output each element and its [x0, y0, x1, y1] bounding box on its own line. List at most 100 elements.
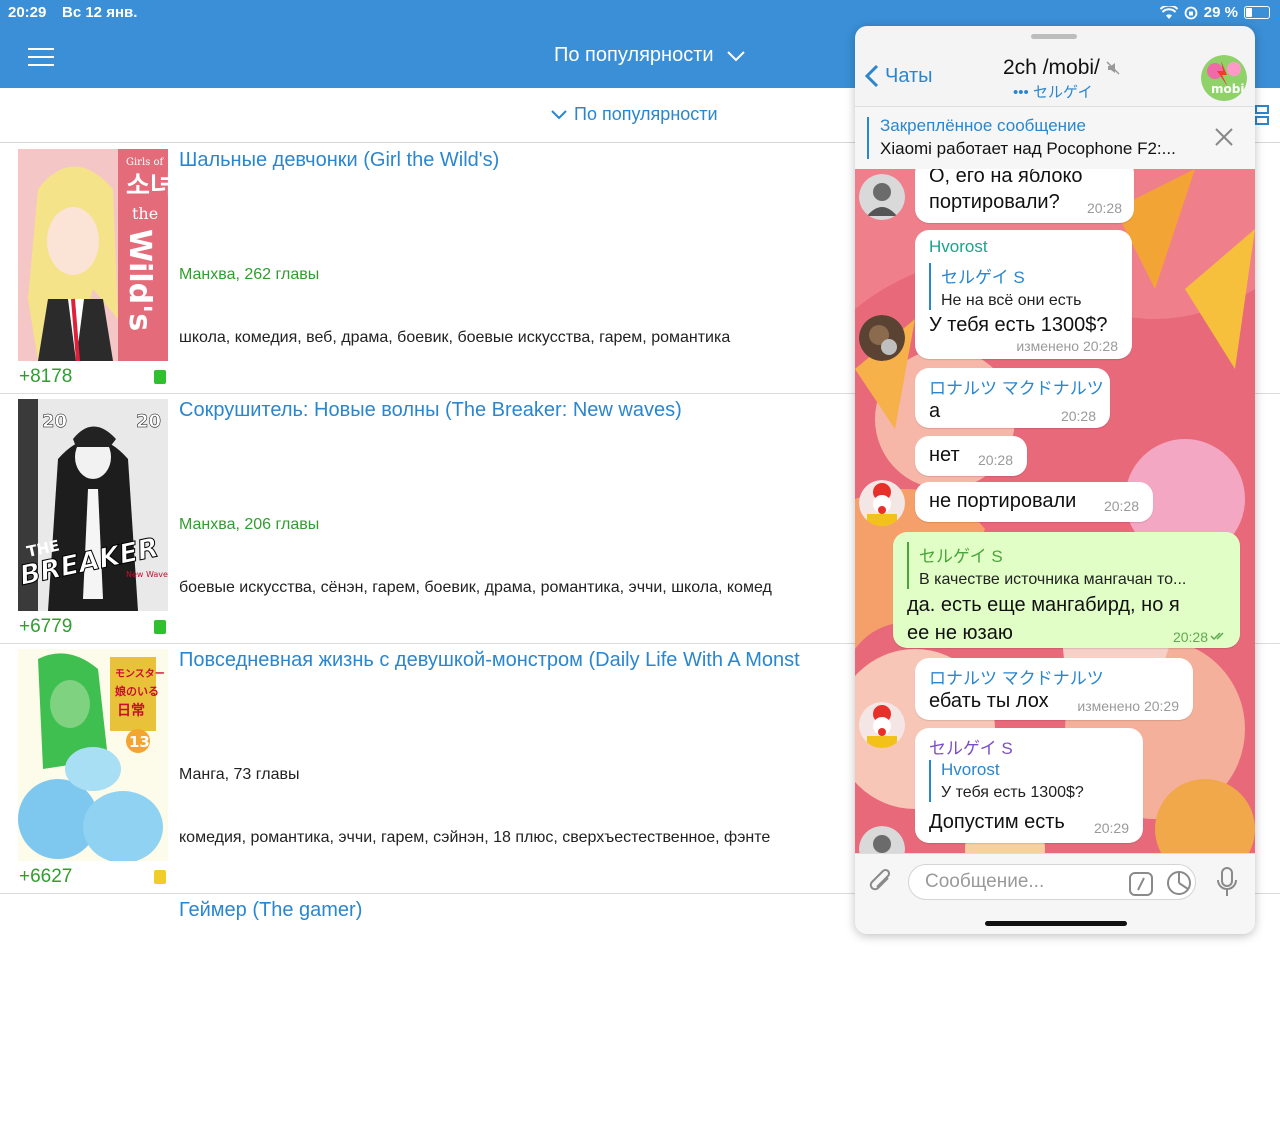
- message-bubble[interactable]: О, его на яблоко портировали? 20:28: [915, 169, 1134, 223]
- message-time: 20:28: [1086, 200, 1122, 216]
- chevron-down-icon: [726, 50, 745, 61]
- microphone-icon[interactable]: [1216, 866, 1238, 898]
- status-time: 20:29: [8, 4, 47, 21]
- reply-name: セルゲイ S: [941, 268, 1025, 287]
- composer: [855, 853, 1255, 934]
- manga-meta: Манга, 73 главы: [179, 766, 300, 783]
- message-time: 20:28: [1060, 408, 1096, 424]
- chat-title[interactable]: 2ch /mobi/: [1003, 56, 1120, 80]
- telegram-panel: Чаты 2ch /mobi/ ••• セルゲイ mobi Закреплённ…: [855, 26, 1255, 934]
- book-icon: [154, 370, 166, 384]
- status-right: 29 %: [1159, 4, 1270, 21]
- message-text: не портировали: [929, 490, 1077, 512]
- cover-image[interactable]: Girls of 소녀 the Wild's: [18, 149, 168, 361]
- cover-text: 日常: [117, 702, 145, 719]
- message-bubble[interactable]: Hvorost セルゲイ S Не на всё они есть У тебя…: [915, 230, 1132, 359]
- message-time: 20:28: [1172, 629, 1208, 645]
- drag-handle[interactable]: [1031, 34, 1077, 39]
- avatar[interactable]: [859, 480, 905, 526]
- pinned-label: Закреплённое сообщение: [880, 116, 1086, 135]
- manga-title[interactable]: Шальные девчонки (Girl the Wild's): [179, 149, 499, 172]
- avatar[interactable]: [859, 174, 905, 220]
- cover-text: 20: [42, 411, 67, 432]
- manga-meta: Манхва, 262 главы: [179, 266, 320, 283]
- battery-percent: 29 %: [1203, 4, 1238, 21]
- reply-text: Не на всё они есть: [941, 292, 1082, 309]
- manga-title[interactable]: Повседневная жизнь с девушкой-монстром (…: [179, 649, 800, 672]
- message-bubble[interactable]: ロナルツ マクドナルツ ебать ты лох изменено 20:29: [915, 658, 1193, 720]
- message-text: О, его на яблоко: [929, 169, 1083, 187]
- close-icon[interactable]: [1213, 126, 1235, 148]
- message-text: нет: [929, 444, 960, 466]
- message-time: 20:28: [1103, 498, 1139, 514]
- message-time: 20:28: [977, 452, 1013, 468]
- pinned-message[interactable]: Закреплённое сообщение Xiaomi работает н…: [855, 106, 1255, 170]
- message-text: да. есть еще мангабирд, но я: [907, 594, 1180, 616]
- cover-text: モンスター: [115, 668, 165, 680]
- grid-view-icon[interactable]: [1255, 104, 1269, 126]
- message-sender: Hvorost: [929, 237, 988, 256]
- chevron-left-icon: [865, 64, 879, 88]
- cover-image[interactable]: 20 20 THE BREAKER New Waves: [18, 399, 168, 611]
- reply-text: У тебя есть 1300$?: [941, 784, 1084, 801]
- sort-link[interactable]: По популярности: [550, 104, 718, 125]
- reply-quote[interactable]: セルゲイ S В качестве источника мангачан то.…: [907, 542, 1186, 589]
- cover-text: 娘のいる: [115, 684, 159, 698]
- reply-name: Hvorost: [941, 760, 1000, 779]
- pinned-text: Xiaomi работает над Pocophone F2:...: [880, 139, 1176, 158]
- status-date: Вс 12 янв.: [62, 4, 138, 21]
- attach-icon[interactable]: [868, 868, 894, 896]
- sort-label: По популярности: [574, 104, 718, 124]
- cover-text: Girls of: [126, 157, 164, 168]
- manga-tags: боевые искусства, сёнэн, гарем, боевик, …: [179, 579, 772, 596]
- wifi-icon: [1159, 5, 1178, 19]
- message-time: 20:29: [1093, 820, 1129, 836]
- avatar[interactable]: [859, 315, 905, 361]
- avatar-text: mobi: [1211, 82, 1244, 96]
- manga-tags: комедия, романтика, эччи, гарем, сэйнэн,…: [179, 829, 771, 846]
- sort-dropdown[interactable]: По популярности: [554, 44, 746, 67]
- message-text: портировали?: [929, 191, 1060, 213]
- back-label: Чаты: [885, 64, 933, 87]
- cover-text: 20: [136, 411, 161, 432]
- reply-quote[interactable]: Hvorost У тебя есть 1300$?: [929, 760, 1084, 802]
- bot-commands-icon[interactable]: [1129, 872, 1153, 896]
- sticker-icon[interactable]: [1166, 870, 1192, 896]
- menu-icon[interactable]: [28, 48, 54, 66]
- message-bubble[interactable]: не портировали 20:28: [915, 482, 1153, 522]
- message-text: У тебя есть 1300$?: [929, 314, 1108, 336]
- message-text: ебать ты лох: [929, 690, 1049, 712]
- chat-avatar[interactable]: mobi: [1201, 55, 1247, 101]
- book-icon: [154, 620, 166, 634]
- message-text: Допустим есть: [929, 811, 1065, 833]
- reply-quote[interactable]: セルゲイ S Не на всё они есть: [929, 263, 1081, 310]
- home-indicator[interactable]: [985, 921, 1127, 926]
- cover-text: 13: [129, 733, 150, 751]
- rotation-lock-icon: [1184, 6, 1198, 19]
- cover-text: New Waves: [126, 570, 168, 579]
- manga-tags: школа, комедия, веб, драма, боевик, боев…: [179, 329, 731, 346]
- battery-icon: [1244, 6, 1270, 19]
- typing-user: セルゲイ: [1032, 84, 1093, 101]
- message-text: ее не юзаю: [907, 622, 1013, 644]
- book-icon: [154, 870, 166, 884]
- manga-title[interactable]: Сокрушитель: Новые волны (The Breaker: N…: [179, 399, 682, 422]
- manga-title[interactable]: Геймер (The gamer): [179, 899, 362, 922]
- reply-name: セルゲイ S: [919, 547, 1003, 566]
- message-bubble[interactable]: セルゲイ S Hvorost У тебя есть 1300$? Допуст…: [915, 728, 1143, 843]
- manga-score: +8178: [19, 366, 73, 387]
- message-bubble[interactable]: ロナルツ マクドナルツ а 20:28: [915, 368, 1110, 428]
- chat-area[interactable]: О, его на яблоко портировали? 20:28 Hvor…: [855, 169, 1255, 853]
- cover-text: the: [132, 204, 158, 223]
- read-checkmarks-icon: [1210, 632, 1224, 641]
- cover-image[interactable]: モンスター 娘のいる 日常 13: [18, 649, 168, 861]
- typing-dots-icon: •••: [1013, 84, 1029, 101]
- message-bubble[interactable]: нет 20:28: [915, 436, 1027, 476]
- status-bar: 20:29 Вс 12 янв. 29 %: [0, 0, 1280, 26]
- chat-title-text: 2ch /mobi/: [1003, 56, 1100, 79]
- back-button[interactable]: Чаты: [865, 64, 933, 88]
- manga-meta: Манхва, 206 главы: [179, 516, 320, 533]
- typing-status: ••• セルゲイ: [1013, 81, 1093, 102]
- avatar[interactable]: [859, 702, 905, 748]
- message-bubble-outgoing[interactable]: セルゲイ S В качестве источника мангачан то.…: [893, 532, 1240, 648]
